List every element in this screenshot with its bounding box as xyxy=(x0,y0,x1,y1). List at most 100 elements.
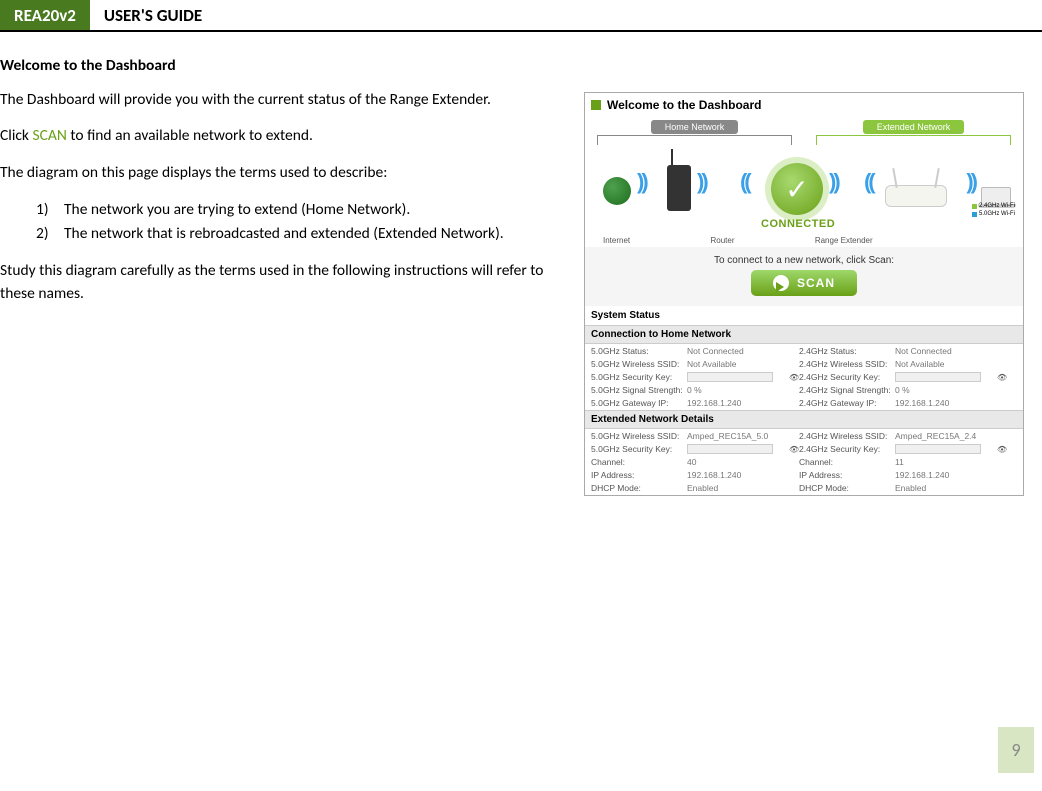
extended-bracket xyxy=(816,135,1011,145)
system-status-heading: System Status xyxy=(585,306,1023,325)
wifi-waves-icon: )) xyxy=(867,169,876,195)
list-marker: 2) xyxy=(36,222,64,246)
kv-value: Amped_REC15A_2.4 xyxy=(895,431,997,441)
kv-value: Not Available xyxy=(895,359,997,369)
dashboard-title: Welcome to the Dashboard xyxy=(607,98,761,112)
password-field[interactable] xyxy=(895,444,981,454)
extender-label: Range Extender xyxy=(815,236,873,245)
kv-value: Not Connected xyxy=(895,346,997,356)
page-number: 9 xyxy=(998,727,1034,773)
legend-5-label: 5.0GHz Wi-Fi xyxy=(979,211,1015,219)
intro-paragraph: The Dashboard will provide you with the … xyxy=(0,89,560,111)
kv-value: 192.168.1.240 xyxy=(687,398,789,408)
kv-value: Not Connected xyxy=(687,346,789,356)
section-title: Welcome to the Dashboard xyxy=(0,56,1042,75)
kv-label: IP Address: xyxy=(799,470,895,480)
kv-value: 192.168.1.240 xyxy=(895,470,997,480)
dashboard-screenshot: Welcome to the Dashboard Home Network Ex… xyxy=(584,92,1024,496)
extender-icon xyxy=(885,185,947,207)
eye-icon[interactable]: 👁 xyxy=(997,373,1007,382)
square-icon xyxy=(591,100,601,110)
kv-value: Amped_REC15A_5.0 xyxy=(687,431,789,441)
diagram-intro: The diagram on this page displays the te… xyxy=(0,162,560,184)
network-diagram: )) )) )) ✓ CONNECTED )) )) )) 2.4GHz Wi-… xyxy=(585,145,1023,247)
dashboard-title-row: Welcome to the Dashboard xyxy=(585,93,1023,117)
page-header: REA20v2 USER'S GUIDE xyxy=(0,0,1042,32)
scan-paragraph: Click SCAN to find an available network … xyxy=(0,125,560,147)
brand-label: REA20v2 xyxy=(0,0,90,30)
kv-value: 192.168.1.240 xyxy=(895,398,997,408)
kv-label: Channel: xyxy=(799,457,895,467)
kv-label: 5.0GHz Signal Strength: xyxy=(591,385,687,395)
kv-label: 2.4GHz Wireless SSID: xyxy=(799,359,895,369)
kv-label: 5.0GHz Security Key: xyxy=(591,372,687,382)
extended-network-table: 5.0GHz Wireless SSID:Amped_REC15A_5.0 2.… xyxy=(585,429,1023,495)
wifi-waves-icon: )) xyxy=(743,169,752,195)
password-field[interactable] xyxy=(895,372,981,382)
globe-icon xyxy=(603,177,631,205)
device-labels: Internet Router Range Extender xyxy=(585,236,1023,245)
legend-swatch-5 xyxy=(972,212,977,217)
eye-icon[interactable]: 👁 xyxy=(997,445,1007,454)
kv-label: 2.4GHz Wireless SSID: xyxy=(799,431,895,441)
kv-value: 11 xyxy=(895,457,997,467)
kv-value: 0 % xyxy=(895,385,997,395)
list-text: The network that is rebroadcasted and ex… xyxy=(64,222,504,246)
play-icon xyxy=(773,275,789,291)
scan-pre: Click xyxy=(0,126,32,145)
internet-label: Internet xyxy=(603,236,630,245)
scan-button-label: SCAN xyxy=(797,276,835,290)
extended-details-header: Extended Network Details xyxy=(585,410,1023,429)
home-bracket xyxy=(597,135,792,145)
connected-label: CONNECTED xyxy=(761,218,835,230)
home-connection-header: Connection to Home Network xyxy=(585,325,1023,344)
kv-label: DHCP Mode: xyxy=(591,483,687,493)
kv-label: 2.4GHz Gateway IP: xyxy=(799,398,895,408)
home-network-tab: Home Network xyxy=(651,120,739,134)
study-paragraph: Study this diagram carefully as the term… xyxy=(0,260,560,305)
scan-keyword: SCAN xyxy=(32,126,66,145)
legend-swatch-24 xyxy=(972,204,977,209)
kv-value: Enabled xyxy=(687,483,789,493)
kv-value: 0 % xyxy=(687,385,789,395)
kv-value: 40 xyxy=(687,457,789,467)
kv-label: 5.0GHz Wireless SSID: xyxy=(591,359,687,369)
legend-24-label: 2.4GHz Wi-Fi xyxy=(979,203,1015,211)
wifi-waves-icon: )) xyxy=(829,169,838,195)
scan-post: to find an available network to extend. xyxy=(67,126,313,145)
connect-prompt: To connect to a new network, click Scan: xyxy=(585,255,1023,266)
password-field[interactable] xyxy=(687,444,773,454)
kv-value: Not Available xyxy=(687,359,789,369)
kv-label: DHCP Mode: xyxy=(799,483,895,493)
kv-label: 2.4GHz Security Key: xyxy=(799,372,895,382)
kv-label: IP Address: xyxy=(591,470,687,480)
kv-value: Enabled xyxy=(895,483,997,493)
connect-prompt-row: To connect to a new network, click Scan:… xyxy=(585,247,1023,306)
wifi-waves-icon: )) xyxy=(966,169,975,195)
list-text: The network you are trying to extend (Ho… xyxy=(64,198,410,222)
kv-value: 192.168.1.240 xyxy=(687,470,789,480)
kv-label: 2.4GHz Signal Strength: xyxy=(799,385,895,395)
kv-label: 5.0GHz Security Key: xyxy=(591,444,687,454)
list-marker: 1) xyxy=(36,198,64,222)
wifi-waves-icon: )) xyxy=(697,169,706,195)
home-network-table: 5.0GHz Status:Not Connected 2.4GHz Statu… xyxy=(585,344,1023,410)
wifi-waves-icon: )) xyxy=(637,169,646,195)
network-bracket-row: Home Network Extended Network xyxy=(585,117,1023,145)
wifi-legend: 2.4GHz Wi-Fi 5.0GHz Wi-Fi xyxy=(972,203,1015,219)
router-label: Router xyxy=(710,236,734,245)
kv-label: Channel: xyxy=(591,457,687,467)
check-icon: ✓ xyxy=(771,163,823,215)
extended-network-tab: Extended Network xyxy=(863,120,965,134)
router-icon xyxy=(667,165,691,211)
eye-icon[interactable]: 👁 xyxy=(789,445,799,454)
eye-icon[interactable]: 👁 xyxy=(789,373,799,382)
kv-label: 5.0GHz Gateway IP: xyxy=(591,398,687,408)
password-field[interactable] xyxy=(687,372,773,382)
scan-button[interactable]: SCAN xyxy=(751,270,857,296)
kv-label: 2.4GHz Security Key: xyxy=(799,444,895,454)
kv-label: 5.0GHz Status: xyxy=(591,346,687,356)
guide-title: USER'S GUIDE xyxy=(90,0,216,30)
kv-label: 5.0GHz Wireless SSID: xyxy=(591,431,687,441)
kv-label: 2.4GHz Status: xyxy=(799,346,895,356)
